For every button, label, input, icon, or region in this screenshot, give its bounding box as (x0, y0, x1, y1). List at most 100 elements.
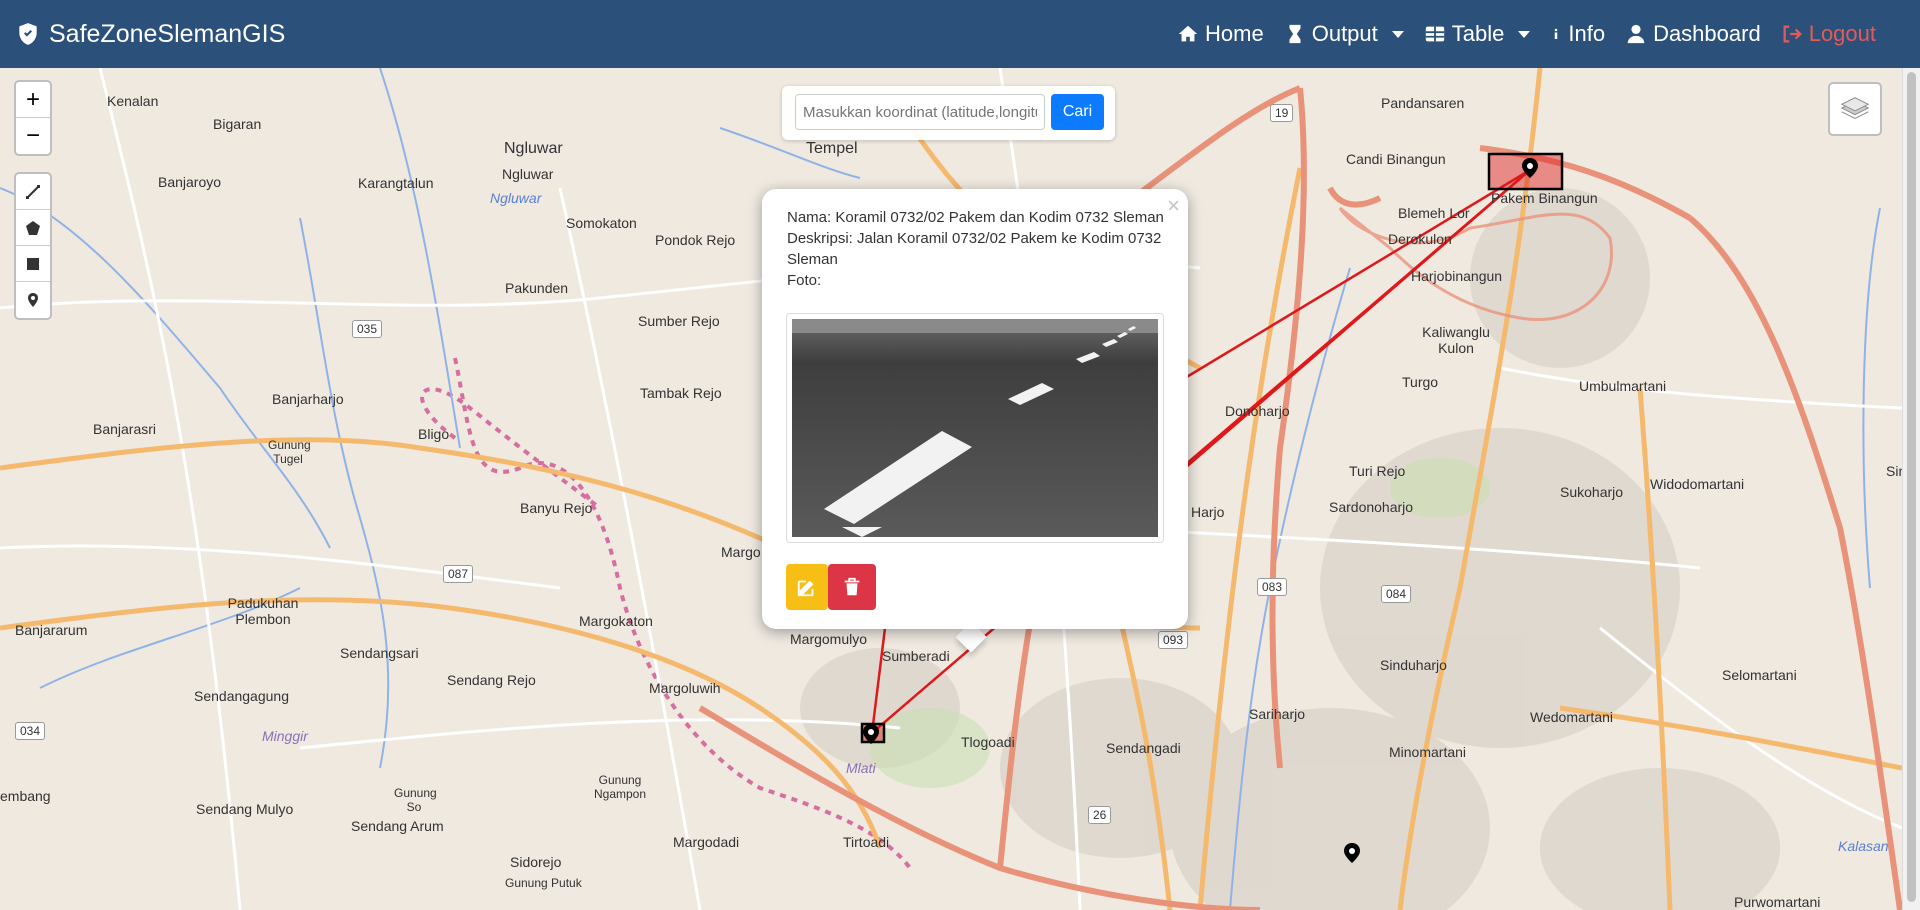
place-label: Kenalan (107, 93, 159, 109)
place-label: Harjo (1191, 504, 1225, 520)
place-label: embang (0, 788, 51, 804)
nav-dashboard-label: Dashboard (1653, 21, 1761, 46)
place-label: Sidorejo (510, 854, 562, 870)
popup-content: Nama: Koramil 0732/02 Pakem dan Kodim 07… (787, 207, 1167, 291)
place-label: Ngluwar (502, 166, 554, 182)
layers-icon (1840, 97, 1870, 119)
place-label: Margodadi (673, 834, 740, 850)
place-label: Margomulyo (790, 631, 868, 647)
draw-toolbar (14, 172, 52, 320)
road-shield: 087 (443, 565, 474, 583)
nav-home[interactable]: Home (1177, 21, 1264, 47)
edit-button[interactable] (786, 564, 828, 610)
coordinate-input[interactable] (795, 94, 1045, 130)
nav-menu: Home Output Table Info Dashboard Logout (1177, 0, 1876, 68)
brand-title: SafeZoneSlemanGIS (49, 19, 286, 48)
place-label: Sendang Arum (351, 818, 444, 834)
search-button[interactable]: Cari (1051, 94, 1104, 130)
place-label: Sendangagung (194, 688, 289, 704)
polygon-icon (26, 220, 40, 235)
place-label: Mlati (846, 760, 876, 776)
place-label: Minomartani (1389, 744, 1467, 760)
road-shield: 26 (1088, 806, 1112, 824)
place-label: Gunung Ngampon (593, 773, 647, 801)
scrollbar-thumb[interactable] (1907, 72, 1916, 902)
road-shield: 084 (1381, 585, 1412, 603)
draw-rectangle-button[interactable] (16, 246, 50, 282)
rectangle-icon (27, 257, 39, 270)
nav-home-label: Home (1205, 21, 1264, 46)
place-label: Banjaroyo (158, 174, 222, 190)
road-shield: 093 (1158, 631, 1189, 649)
place-label: Candi Binangun (1346, 151, 1446, 167)
navbar: SafeZoneSlemanGIS Home Output Table Info… (0, 0, 1920, 68)
place-label: Sumberadi (882, 648, 950, 664)
nav-table[interactable]: Table (1424, 21, 1531, 47)
nav-info-label: Info (1568, 21, 1606, 46)
place-label: Tlogoadi (961, 734, 1015, 750)
nav-dashboard[interactable]: Dashboard (1625, 21, 1761, 47)
delete-button[interactable] (828, 564, 876, 610)
popup-photo (786, 313, 1164, 543)
place-label: Pakunden (505, 280, 569, 296)
page-scrollbar[interactable] (1902, 68, 1920, 910)
place-label: Widodomartani (1650, 476, 1745, 492)
polyline-icon (26, 184, 40, 199)
place-label: Gunung Tugel (268, 438, 311, 466)
draw-polyline-button[interactable] (16, 174, 50, 210)
draw-marker-button[interactable] (16, 282, 50, 318)
place-label: Tirtoadi (843, 834, 890, 850)
zoom-in-button[interactable]: + (16, 82, 50, 118)
nav-output[interactable]: Output (1284, 21, 1404, 47)
hourglass-icon (1289, 24, 1301, 44)
place-label: Sariharjo (1249, 706, 1306, 722)
place-label: Pandansaren (1381, 95, 1465, 111)
place-label: Ngluwar (490, 190, 542, 206)
coordinate-search: Cari (782, 86, 1115, 140)
sign-out-icon (1783, 25, 1802, 43)
nav-output-label: Output (1311, 21, 1378, 46)
layers-button[interactable] (1828, 82, 1882, 136)
marker-icon (28, 293, 38, 307)
nav-logout-label: Logout (1808, 21, 1876, 46)
user-shield-icon (19, 23, 37, 45)
place-label: Turgo (1402, 374, 1439, 390)
place-label: Sendang Rejo (447, 672, 536, 688)
zoom-out-button[interactable]: − (16, 118, 50, 154)
place-label: Margo (721, 544, 761, 560)
place-label: Sumber Rejo (638, 313, 720, 329)
popup-nama: Nama: Koramil 0732/02 Pakem dan Kodim 07… (787, 209, 1164, 226)
nav-info[interactable]: Info (1550, 21, 1605, 47)
place-label: Turi Rejo (1349, 463, 1406, 479)
place-label: Gunung Putuk (505, 876, 582, 890)
road-photo-image (792, 319, 1158, 537)
road-shield: 083 (1257, 578, 1288, 596)
place-label: Bligo (418, 426, 450, 442)
place-label: Karangtalun (358, 175, 434, 191)
place-label: Sendangadi (1106, 740, 1181, 756)
draw-polygon-button[interactable] (16, 210, 50, 246)
place-label: Ngluwar (504, 140, 563, 157)
place-label: Pondok Rejo (655, 232, 736, 248)
place-label: Banjarharjo (272, 391, 344, 407)
road-shield: 19 (1270, 104, 1294, 122)
brand[interactable]: SafeZoneSlemanGIS (15, 0, 285, 68)
place-label: Bigaran (213, 116, 262, 132)
place-label: Gunung So (394, 786, 437, 814)
place-label: Margoluwih (649, 680, 721, 696)
place-label: Selomartani (1722, 667, 1797, 683)
place-label: Kalasan (1838, 838, 1889, 854)
place-label: Banjararum (15, 622, 88, 638)
place-label: Sukoharjo (1560, 484, 1624, 500)
chevron-down-icon (1391, 30, 1404, 38)
place-label: Sendangsari (340, 645, 419, 661)
close-icon[interactable]: × (1167, 193, 1180, 219)
place-label: Blemeh Lor (1398, 205, 1470, 221)
info-icon (1555, 28, 1558, 39)
chevron-down-icon (1518, 30, 1531, 38)
place-label: Banjarasri (93, 421, 157, 437)
zoom-control: + − (14, 80, 52, 156)
edit-icon (797, 580, 814, 597)
place-label: Tambak Rejo (640, 385, 722, 401)
nav-logout[interactable]: Logout (1781, 21, 1876, 47)
